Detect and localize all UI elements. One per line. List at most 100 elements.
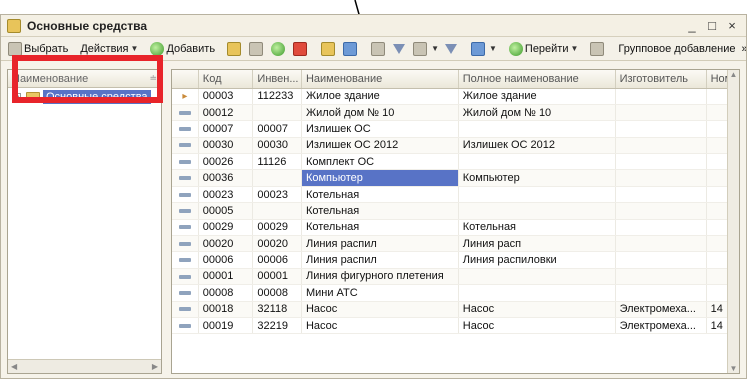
cell-full-name[interactable] bbox=[458, 186, 616, 204]
cell-full-name[interactable] bbox=[458, 120, 616, 138]
row-status-icon[interactable] bbox=[172, 235, 199, 253]
cell-manufacturer[interactable] bbox=[615, 251, 707, 269]
table-row[interactable]: ▸ 00003 112233 Жилое здание Жилое здание bbox=[172, 88, 739, 105]
cell-name[interactable]: Насос bbox=[301, 301, 459, 318]
filter-button[interactable] bbox=[390, 43, 410, 54]
cell-manufacturer[interactable] bbox=[615, 284, 707, 302]
row-status-icon[interactable] bbox=[172, 137, 199, 155]
cell-full-name[interactable]: Линия распиловки bbox=[458, 251, 616, 269]
cell-manufacturer[interactable] bbox=[615, 137, 707, 155]
expand-icon[interactable]: ⊕ bbox=[12, 92, 21, 102]
tree-column-header[interactable]: Наименование ≐ bbox=[8, 70, 161, 88]
cell-name[interactable]: Комплект ОС bbox=[301, 153, 459, 171]
scroll-up-icon[interactable]: ▲ bbox=[730, 70, 738, 79]
cell-name[interactable]: Излишек ОС bbox=[301, 120, 459, 138]
grid-vertical-scrollbar[interactable]: ▲ ▼ bbox=[727, 70, 739, 373]
row-status-icon[interactable] bbox=[172, 186, 199, 204]
column-header-full-name[interactable]: Полное наименование bbox=[458, 70, 616, 89]
cell-manufacturer[interactable] bbox=[615, 235, 707, 253]
cell-manufacturer[interactable] bbox=[615, 153, 707, 171]
cell-inventory[interactable] bbox=[252, 169, 302, 187]
cell-code[interactable]: 00005 bbox=[198, 202, 254, 220]
column-header-code[interactable]: Код bbox=[198, 70, 254, 89]
select-button[interactable]: Выбрать bbox=[5, 41, 71, 56]
row-status-icon[interactable] bbox=[172, 251, 199, 269]
delete-button[interactable] bbox=[290, 41, 312, 56]
table-row[interactable]: 00006 00006 Линия распил Линия распиловки bbox=[172, 251, 739, 269]
table-row[interactable]: 00001 00001 Линия фигурного плетения bbox=[172, 268, 739, 286]
cell-full-name[interactable]: Котельная bbox=[458, 219, 616, 237]
table-row[interactable]: 00019 32219 Насос Насос Электромеха... 14 bbox=[172, 317, 739, 335]
cell-name[interactable]: Линия фигурного плетения bbox=[301, 268, 459, 286]
cell-code[interactable]: 00019 bbox=[198, 317, 254, 335]
cell-manufacturer[interactable] bbox=[615, 219, 707, 237]
cell-inventory[interactable]: 00006 bbox=[252, 251, 302, 269]
row-status-icon[interactable]: ▸ bbox=[172, 88, 199, 105]
cell-name[interactable]: Котельная bbox=[301, 186, 459, 204]
cell-manufacturer[interactable]: Электромеха... bbox=[615, 317, 707, 335]
cell-full-name[interactable]: Излишек ОС 2012 bbox=[458, 137, 616, 155]
cell-inventory[interactable] bbox=[252, 202, 302, 220]
hierarchy-button[interactable] bbox=[318, 41, 340, 56]
output-button[interactable]: ▼ bbox=[468, 41, 500, 56]
cell-name[interactable]: Жилой дом № 10 bbox=[301, 104, 459, 122]
cell-inventory[interactable]: 00023 bbox=[252, 186, 302, 204]
add-group-button[interactable] bbox=[224, 41, 246, 56]
cell-name[interactable]: Котельная bbox=[301, 202, 459, 220]
cell-code[interactable]: 00029 bbox=[198, 219, 254, 237]
table-row[interactable]: 00020 00020 Линия распил Линия расп bbox=[172, 235, 739, 253]
table-row[interactable]: 00008 00008 Мини АТС bbox=[172, 284, 739, 302]
cell-full-name[interactable] bbox=[458, 284, 616, 302]
cell-code[interactable]: 00012 bbox=[198, 104, 254, 122]
level-up-button[interactable] bbox=[340, 41, 362, 56]
table-row[interactable]: 00012 Жилой дом № 10 Жилой дом № 10 bbox=[172, 104, 739, 122]
table-row[interactable]: 00005 Котельная bbox=[172, 202, 739, 220]
copy-button[interactable] bbox=[246, 41, 268, 56]
scroll-down-icon[interactable]: ▼ bbox=[730, 364, 738, 373]
cell-inventory[interactable]: 32219 bbox=[252, 317, 302, 335]
cell-manufacturer[interactable] bbox=[615, 104, 707, 122]
cell-full-name[interactable]: Линия расп bbox=[458, 235, 616, 253]
cell-name[interactable]: Линия распил bbox=[301, 251, 459, 269]
table-row[interactable]: 00030 00030 Излишек ОС 2012 Излишек ОС 2012 bbox=[172, 137, 739, 155]
cell-manufacturer[interactable] bbox=[615, 88, 707, 105]
cell-inventory[interactable]: 00007 bbox=[252, 120, 302, 138]
cell-code[interactable]: 00030 bbox=[198, 137, 254, 155]
cell-full-name[interactable]: Компьютер bbox=[458, 169, 616, 187]
row-status-icon[interactable] bbox=[172, 268, 199, 286]
cell-full-name[interactable] bbox=[458, 268, 616, 286]
cell-name[interactable]: Линия распил bbox=[301, 235, 459, 253]
cell-name[interactable]: Котельная bbox=[301, 219, 459, 237]
actions-menu[interactable]: Действия ▼ bbox=[77, 43, 141, 55]
column-header-inventory[interactable]: Инвен... bbox=[252, 70, 302, 89]
cell-name[interactable]: Мини АТС bbox=[301, 284, 459, 302]
add-button[interactable]: Добавить bbox=[147, 41, 218, 56]
cell-inventory[interactable]: 112233 bbox=[252, 88, 302, 105]
row-status-icon[interactable] bbox=[172, 120, 199, 138]
table-row[interactable]: 00007 00007 Излишек ОС bbox=[172, 120, 739, 138]
cell-inventory[interactable]: 00020 bbox=[252, 235, 302, 253]
cell-name[interactable]: Компьютер bbox=[301, 169, 459, 187]
cell-code[interactable]: 00008 bbox=[198, 284, 254, 302]
column-header-manufacturer[interactable]: Изготовитель bbox=[615, 70, 707, 89]
cell-name[interactable]: Жилое здание bbox=[301, 88, 459, 105]
cell-code[interactable]: 00023 bbox=[198, 186, 254, 204]
cell-code[interactable]: 00007 bbox=[198, 120, 254, 138]
row-status-icon[interactable] bbox=[172, 153, 199, 171]
clear-filter-button[interactable] bbox=[442, 43, 462, 54]
cell-code[interactable]: 00006 bbox=[198, 251, 254, 269]
row-status-icon[interactable] bbox=[172, 301, 199, 318]
table-row[interactable]: 00036 Компьютер Компьютер bbox=[172, 169, 739, 187]
cell-inventory[interactable]: 11126 bbox=[252, 153, 302, 171]
row-status-icon[interactable] bbox=[172, 317, 199, 335]
scroll-left-icon[interactable]: ◀ bbox=[11, 362, 17, 371]
cell-code[interactable]: 00036 bbox=[198, 169, 254, 187]
cell-code[interactable]: 00001 bbox=[198, 268, 254, 286]
cell-inventory[interactable]: 32118 bbox=[252, 301, 302, 318]
cell-manufacturer[interactable]: Электромеха... bbox=[615, 301, 707, 318]
group-add-button[interactable]: Групповое добавление bbox=[615, 43, 738, 55]
cell-full-name[interactable]: Жилое здание bbox=[458, 88, 616, 105]
row-status-icon[interactable] bbox=[172, 284, 199, 302]
goto-menu[interactable]: Перейти ▼ bbox=[506, 41, 582, 56]
cell-full-name[interactable]: Жилой дом № 10 bbox=[458, 104, 616, 122]
